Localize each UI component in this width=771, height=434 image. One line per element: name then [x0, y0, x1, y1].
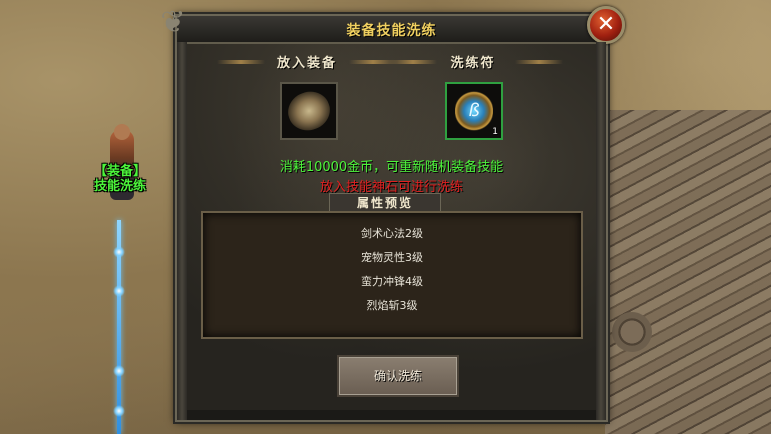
refine-rune-icon: ß — [455, 90, 493, 132]
beam-spark — [113, 405, 125, 417]
equip-slot-label: 放入装备 — [276, 56, 337, 71]
npc-name-label: 【装备】 技能洗练 — [78, 164, 162, 194]
barrel — [612, 312, 652, 352]
close-button[interactable]: ✕ — [587, 6, 625, 44]
beam-spark — [113, 285, 125, 297]
npc-label-line1: 【装备】 — [93, 164, 146, 179]
dialog-title: 装备技能洗练 — [346, 23, 437, 39]
dialog-titlebar[interactable]: 装备技能洗练 — [177, 16, 606, 44]
header-ornament — [389, 60, 437, 64]
skill-refine-dialog: 装备技能洗练 ❦ ✕ 放入装备 洗练符 ß 1 消耗10000金币，可重新随机装… — [160, 5, 625, 422]
frame-left — [177, 42, 187, 420]
preview-tab-label: 属性预览 — [329, 193, 441, 212]
rune-slot-label: 洗练符 — [450, 56, 496, 71]
confirm-refine-button[interactable]: 确认洗练 — [337, 355, 459, 397]
rune-count: 1 — [492, 127, 498, 137]
attribute-item: 剑术心法2级 — [361, 227, 423, 240]
beam-spark — [113, 246, 125, 258]
npc-label-line2: 技能洗练 — [93, 179, 146, 194]
header-ornament — [217, 60, 265, 64]
attribute-item: 蛮力冲锋4级 — [361, 275, 423, 288]
equipment-slot[interactable] — [280, 82, 338, 140]
refine-rune-slot[interactable]: ß 1 — [445, 82, 503, 140]
equipment-item-icon — [282, 85, 336, 137]
attribute-preview-panel: 剑术心法2级 宠物灵性3级 蛮力冲锋4级 烈焰斩3级 — [201, 211, 583, 339]
header-ornament — [515, 60, 563, 64]
dragon-ornament-icon: ❦ — [160, 5, 186, 40]
npc-head — [114, 124, 130, 140]
frame-right — [596, 42, 606, 420]
cost-info-text: 消耗10000金币，可重新随机装备技能 — [279, 160, 504, 175]
attribute-item: 宠物灵性3级 — [361, 251, 423, 264]
beam-spark — [113, 365, 125, 377]
attribute-item: 烈焰斩3级 — [366, 299, 418, 312]
wooden-deck — [605, 110, 771, 434]
